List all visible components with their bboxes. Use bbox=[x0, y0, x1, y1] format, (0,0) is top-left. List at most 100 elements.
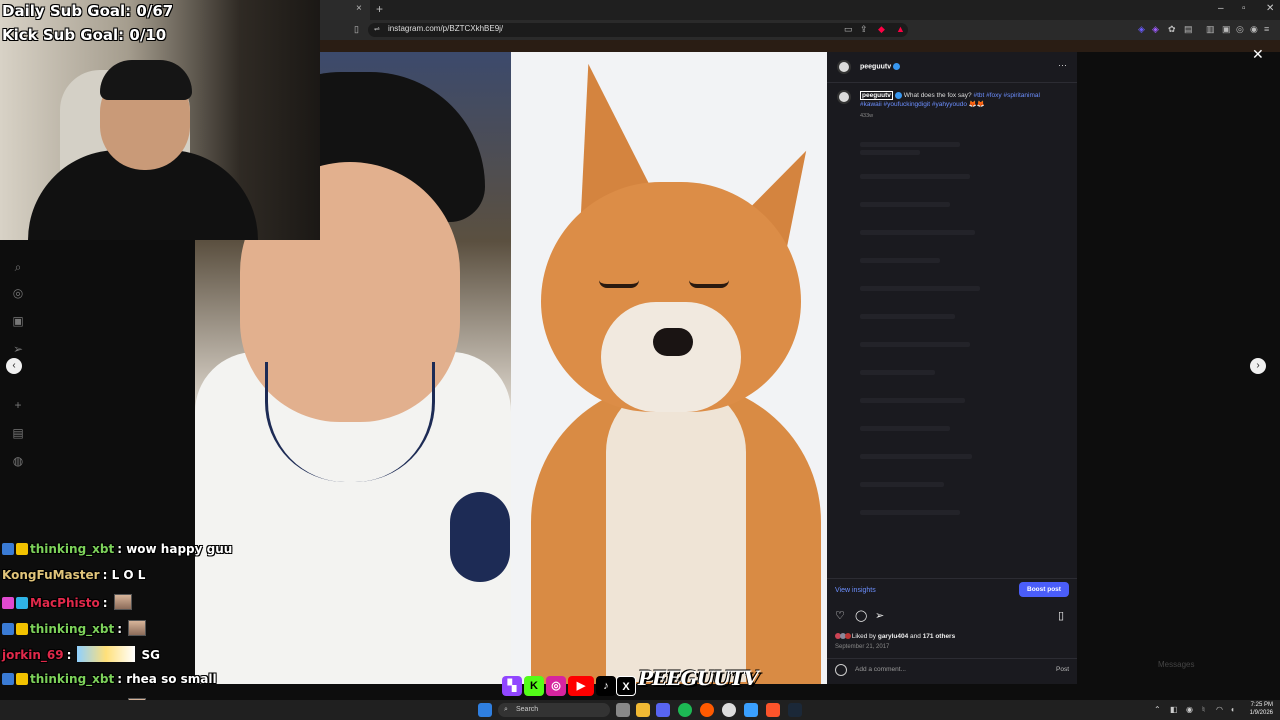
file-explorer-icon[interactable] bbox=[636, 703, 650, 717]
like-icon[interactable]: ♡ bbox=[835, 609, 845, 622]
dashboard-icon[interactable]: ▤ bbox=[10, 426, 26, 442]
install-icon[interactable]: ▭ bbox=[844, 24, 853, 35]
daily-sub-goal: Daily Sub Goal: 0/67 bbox=[2, 2, 174, 20]
emoji-icon[interactable] bbox=[835, 664, 847, 676]
volume-icon[interactable]: ◖ bbox=[1230, 705, 1235, 714]
app-icon[interactable] bbox=[700, 703, 714, 717]
discord-icon[interactable] bbox=[656, 703, 670, 717]
liked-by-user[interactable]: garylu404 bbox=[878, 633, 908, 640]
comment-skeleton bbox=[860, 454, 972, 459]
save-icon[interactable]: ▯ bbox=[1058, 609, 1064, 622]
chat-username[interactable]: thinking_xbt bbox=[30, 542, 114, 556]
taskbar-clock[interactable]: 7:25 PM 1/9/2026 bbox=[1243, 701, 1273, 717]
tab-close-icon[interactable]: × bbox=[356, 3, 362, 14]
avatar[interactable] bbox=[837, 90, 851, 104]
wallet-icon[interactable]: ▣ bbox=[1222, 24, 1231, 35]
chat-text: SG bbox=[141, 648, 160, 662]
task-view-icon[interactable] bbox=[616, 703, 630, 717]
comment-icon[interactable]: ◯ bbox=[855, 609, 867, 622]
chat-badge-icon bbox=[16, 673, 28, 685]
browser-tab[interactable]: × bbox=[320, 0, 370, 20]
new-tab-button[interactable]: + bbox=[376, 2, 383, 16]
tab-strip: × + – ▫ ✕ bbox=[320, 0, 1280, 20]
reading-list-icon[interactable]: ▤ bbox=[1184, 24, 1193, 35]
site-info-icon[interactable]: ⇌ bbox=[374, 25, 380, 33]
chat-badge-icon bbox=[16, 623, 28, 635]
tray-app-icon[interactable]: ◉ bbox=[1186, 705, 1193, 714]
window-close-icon[interactable]: ✕ bbox=[1266, 3, 1274, 14]
comment-skeleton bbox=[860, 510, 960, 515]
extension-icon[interactable]: ◈ bbox=[1152, 24, 1159, 35]
messages-button[interactable]: Messages bbox=[1140, 656, 1260, 674]
chat-text: : wow happy guu bbox=[117, 542, 233, 556]
post-comment-button[interactable]: Post bbox=[1056, 666, 1069, 673]
tray-chevron-icon[interactable]: ⌃ bbox=[1154, 705, 1161, 714]
post-author[interactable]: peeguutv bbox=[860, 63, 901, 70]
microphone-icon[interactable]: ♮ bbox=[1202, 705, 1205, 714]
vpn-icon[interactable]: ◎ bbox=[1236, 24, 1244, 35]
comment-input[interactable]: Add a comment... bbox=[855, 666, 906, 673]
minimize-icon[interactable]: – bbox=[1218, 3, 1224, 14]
chat-emote bbox=[113, 594, 132, 610]
taskbar: ⌕ Search ⌃ ◧ ◉ ♮ ◠ ◖ 7:25 PM 1/9/2026 bbox=[0, 700, 1280, 720]
windows-start-icon[interactable] bbox=[478, 703, 492, 717]
chat-username[interactable]: jorkin_69 bbox=[2, 648, 64, 662]
chrome-icon[interactable] bbox=[722, 703, 736, 717]
app-icon[interactable] bbox=[744, 703, 758, 717]
kick-sub-goal: Kick Sub Goal: 0/10 bbox=[2, 26, 167, 44]
maximize-icon[interactable]: ▫ bbox=[1242, 3, 1246, 14]
search-icon[interactable]: ⌕ bbox=[10, 260, 26, 276]
meta-icon[interactable]: ◍ bbox=[10, 454, 26, 470]
comment-skeleton bbox=[860, 286, 980, 291]
comment-skeleton bbox=[860, 314, 955, 319]
sidebar-icon[interactable]: ▥ bbox=[1206, 24, 1215, 35]
menu-icon[interactable]: ≡ bbox=[1264, 24, 1269, 34]
url-field[interactable]: ⇌ instagram.com/p/BZTCXkhBE9j/ bbox=[368, 23, 908, 37]
extension-icon[interactable]: ◈ bbox=[1138, 24, 1145, 35]
liked-by-others[interactable]: 171 others bbox=[923, 633, 956, 640]
avatar[interactable] bbox=[837, 60, 851, 74]
extensions-icon[interactable]: ✿ bbox=[1168, 24, 1176, 35]
brave-shield-icon[interactable]: ◆ bbox=[878, 24, 885, 35]
chat-username[interactable]: KongFuMaster bbox=[2, 568, 100, 582]
view-insights-link[interactable]: View insights bbox=[835, 587, 876, 594]
tray-app-icon[interactable]: ◧ bbox=[1170, 705, 1178, 714]
search-icon: ⌕ bbox=[504, 706, 508, 713]
chat-username[interactable]: MacPhisto bbox=[30, 596, 100, 610]
chat-username[interactable]: thinking_xbt bbox=[30, 622, 114, 636]
chat-username[interactable]: thinking_xbt bbox=[30, 672, 114, 686]
wifi-icon[interactable]: ◠ bbox=[1216, 705, 1223, 714]
share-icon[interactable]: ➢ bbox=[875, 609, 884, 622]
bookmark-icon[interactable]: ▯ bbox=[354, 24, 359, 35]
close-icon[interactable]: ✕ bbox=[1252, 46, 1264, 63]
chat-message: thinking_xbt: wow happy guu bbox=[2, 542, 232, 562]
next-post-button[interactable]: › bbox=[1250, 358, 1266, 374]
instagram-icon: ◎ bbox=[546, 676, 566, 696]
twitch-icon: ▚ bbox=[502, 676, 522, 696]
explore-icon[interactable]: ◎ bbox=[10, 286, 26, 302]
boost-post-button[interactable]: Boost post bbox=[1019, 582, 1069, 597]
spotify-icon[interactable] bbox=[678, 703, 692, 717]
address-bar: ▯ ⇌ instagram.com/p/BZTCXkhBE9j/ ▭ ⇪ ◆ ▲… bbox=[320, 20, 1280, 40]
chat-text: : L O L bbox=[102, 568, 146, 582]
verified-icon bbox=[893, 63, 901, 70]
brave-rewards-icon[interactable]: ▲ bbox=[896, 24, 905, 34]
steam-icon[interactable] bbox=[788, 703, 802, 717]
comment-skeleton bbox=[860, 174, 970, 179]
brave-icon[interactable] bbox=[766, 703, 780, 717]
taskbar-search[interactable]: ⌕ Search bbox=[498, 703, 610, 717]
chat-badge-icon bbox=[16, 543, 28, 555]
caption-username[interactable]: peeguutv bbox=[860, 91, 893, 100]
x-icon: X bbox=[616, 676, 636, 696]
reels-icon[interactable]: ▣ bbox=[10, 314, 26, 330]
more-options-icon[interactable]: ··· bbox=[1058, 60, 1067, 70]
shield-icon[interactable]: ◉ bbox=[1250, 24, 1258, 35]
chat-emote bbox=[128, 620, 147, 636]
messages-icon[interactable]: ➢ bbox=[10, 342, 26, 358]
divider bbox=[827, 82, 1077, 83]
create-icon[interactable]: + bbox=[10, 398, 26, 414]
chat-text: : rhea so small bbox=[117, 672, 217, 686]
share-icon[interactable]: ⇪ bbox=[860, 24, 868, 35]
comment-skeleton bbox=[860, 258, 940, 263]
previous-post-button[interactable]: ‹ bbox=[6, 358, 22, 374]
